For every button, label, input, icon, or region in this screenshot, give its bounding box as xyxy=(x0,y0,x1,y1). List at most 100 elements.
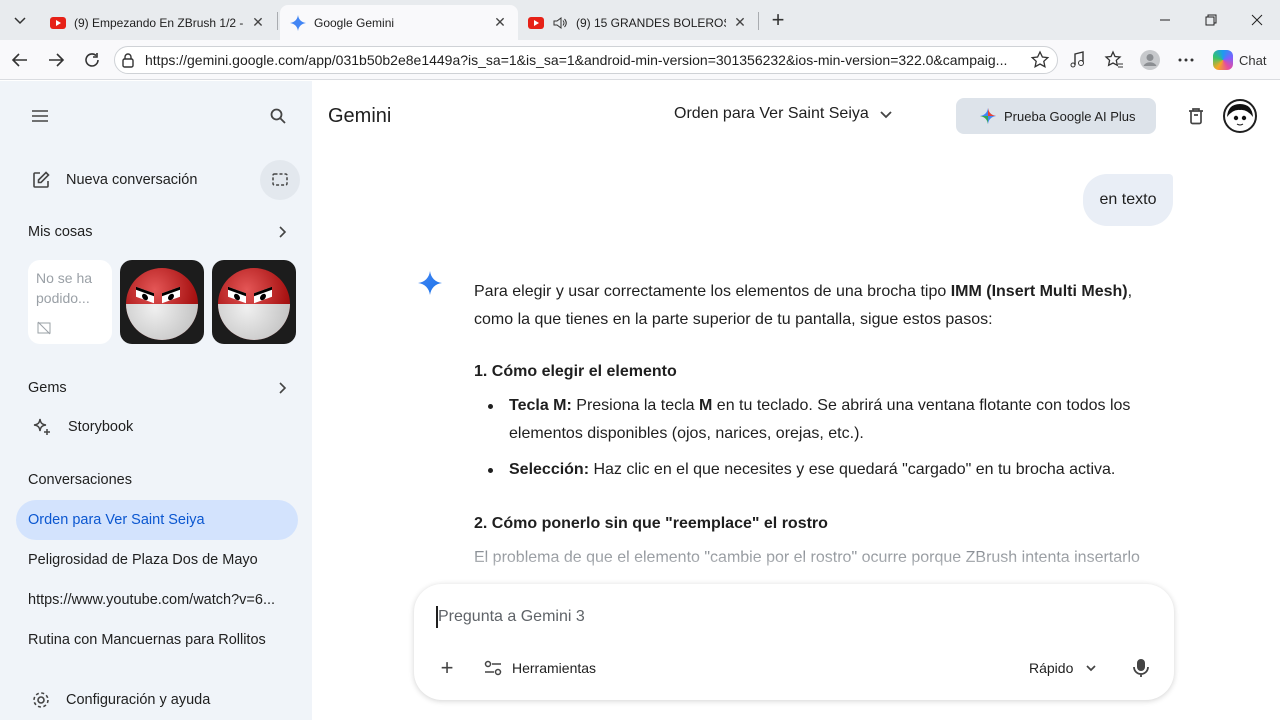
thumbnail-image xyxy=(126,268,198,340)
minimize-icon xyxy=(1160,19,1170,21)
list-item-label: Tecla M: xyxy=(509,397,572,414)
model-mode-selector[interactable]: Rápido xyxy=(1029,654,1097,682)
gemini-page: Nueva conversación Mis cosas No se ha po… xyxy=(0,81,1280,720)
gemini-sparkle-icon xyxy=(418,271,442,295)
placeholder-card-text: No se ha podido... xyxy=(36,270,93,306)
tab-title: Google Gemini xyxy=(314,15,395,30)
reload-button[interactable] xyxy=(78,46,106,74)
conversation-item[interactable]: Orden para Ver Saint Seiya xyxy=(16,500,298,540)
gem-item-storybook[interactable]: Storybook xyxy=(16,407,133,447)
user-message-bubble: en texto xyxy=(1083,174,1173,226)
minimize-button[interactable] xyxy=(1142,0,1188,40)
profile-button[interactable] xyxy=(1136,46,1164,74)
edit-icon xyxy=(33,171,50,188)
gemini-brand[interactable]: Gemini xyxy=(328,105,391,128)
upgrade-button[interactable]: Prueba Google AI Plus xyxy=(956,98,1156,134)
tab-title: (9) Empezando En ZBrush 1/2 - Yo xyxy=(74,15,244,30)
chevron-right-icon[interactable] xyxy=(274,224,290,240)
response-section-heading: 2. Cómo ponerlo sin que "reemplace" el r… xyxy=(474,515,828,532)
response-intro: Para elegir y usar correctamente los ele… xyxy=(474,278,1174,334)
delete-icon[interactable] xyxy=(1182,102,1210,130)
gems-heading[interactable]: Gems xyxy=(28,380,67,396)
chevron-right-icon[interactable] xyxy=(274,380,290,396)
text-caret xyxy=(436,606,438,628)
back-button[interactable] xyxy=(6,46,34,74)
media-control-button[interactable] xyxy=(1064,46,1092,74)
temporary-chat-icon xyxy=(272,173,288,186)
browser-tab-gemini[interactable]: Google Gemini ✕ xyxy=(280,5,518,40)
tools-button[interactable]: Herramientas xyxy=(484,654,596,682)
new-tab-button[interactable]: + xyxy=(766,7,790,32)
copilot-chat-button[interactable]: Chat xyxy=(1207,46,1273,74)
hamburger-icon xyxy=(32,110,48,122)
model-response: Para elegir y usar correctamente los ele… xyxy=(474,279,1174,572)
avatar[interactable] xyxy=(1223,99,1257,133)
my-stuff-image-thumbnail[interactable] xyxy=(120,260,204,344)
conversation-item[interactable]: Rutina con Mancuernas para Rollitos xyxy=(16,620,298,660)
list-item-label: Selección: xyxy=(509,461,590,478)
temporary-chat-button[interactable] xyxy=(260,160,300,200)
close-icon[interactable]: ✕ xyxy=(492,14,508,31)
more-horizontal-icon xyxy=(1178,58,1194,62)
new-chat-label: Nueva conversación xyxy=(66,172,198,188)
main-header: Gemini Orden para Ver Saint Seiya Prueba… xyxy=(312,81,1280,151)
user-icon xyxy=(1140,50,1160,70)
prompt-input[interactable]: Pregunta a Gemini 3 xyxy=(438,608,585,626)
youtube-icon xyxy=(50,16,66,29)
microphone-icon[interactable] xyxy=(1130,656,1152,680)
chevron-down-icon xyxy=(14,17,26,25)
response-section-heading: 1. Cómo elegir el elemento xyxy=(474,363,677,380)
favorites-button[interactable] xyxy=(1100,46,1128,74)
mode-label: Rápido xyxy=(1029,660,1074,676)
search-button[interactable] xyxy=(258,96,298,136)
image-off-icon xyxy=(37,321,51,335)
tab-list-button[interactable] xyxy=(6,6,34,34)
gemini-icon xyxy=(290,14,306,31)
favorites-icon xyxy=(1104,50,1123,68)
lock-icon[interactable] xyxy=(121,52,135,68)
copilot-label: Chat xyxy=(1239,52,1267,68)
restore-button[interactable] xyxy=(1188,0,1234,40)
close-icon[interactable]: ✕ xyxy=(732,14,748,31)
add-attachment-button[interactable]: + xyxy=(434,655,460,681)
tab-separator xyxy=(277,12,278,30)
response-bold-text: IMM (Insert Multi Mesh) xyxy=(950,283,1128,300)
new-chat-button[interactable]: Nueva conversación xyxy=(16,160,197,200)
chat-title: Orden para Ver Saint Seiya xyxy=(674,105,869,122)
tools-icon xyxy=(484,660,502,676)
my-stuff-image-thumbnail[interactable] xyxy=(212,260,296,344)
browser-tab-strip: (9) Empezando En ZBrush 1/2 - Yo ✕ Googl… xyxy=(0,0,1280,40)
speaker-icon[interactable] xyxy=(552,15,568,31)
response-text: Para elegir y usar correctamente los ele… xyxy=(474,283,951,300)
thumbnail-image xyxy=(218,268,290,340)
sparkle-icon xyxy=(980,108,996,124)
restore-icon xyxy=(1205,14,1217,26)
search-icon xyxy=(270,108,286,124)
more-button[interactable] xyxy=(1172,46,1200,74)
conversation-item[interactable]: Peligrosidad de Plaza Dos de Mayo xyxy=(16,540,298,580)
close-icon[interactable]: ✕ xyxy=(250,14,266,31)
response-list-item: Tecla M: Presiona la tecla M en tu tecla… xyxy=(488,392,1174,448)
my-stuff-placeholder-card[interactable]: No se ha podido... xyxy=(28,260,112,344)
browser-tab-boleros[interactable]: (9) 15 GRANDES BOLEROS VO ✕ xyxy=(518,5,758,40)
star-icon[interactable] xyxy=(1030,50,1050,70)
arrow-left-icon xyxy=(11,53,27,67)
gem-sparkle-icon xyxy=(33,418,50,435)
gem-item-label: Storybook xyxy=(68,419,134,435)
browser-tab-zbrush[interactable]: (9) Empezando En ZBrush 1/2 - Yo ✕ xyxy=(40,5,276,40)
menu-button[interactable] xyxy=(20,96,60,136)
conversation-item[interactable]: https://www.youtube.com/watch?v=6... xyxy=(16,580,298,620)
tools-label: Herramientas xyxy=(512,660,597,676)
tab-title: (9) 15 GRANDES BOLEROS VO xyxy=(576,15,726,30)
forward-button[interactable] xyxy=(42,46,70,74)
sidebar: Nueva conversación Mis cosas No se ha po… xyxy=(0,81,312,720)
tab-separator xyxy=(758,12,759,30)
close-window-button[interactable] xyxy=(1234,0,1280,40)
chat-title-menu[interactable]: Orden para Ver Saint Seiya xyxy=(674,105,893,123)
settings-help-button[interactable]: Configuración y ayuda xyxy=(16,680,210,720)
response-list-item: Selección: Haz clic en el que necesites … xyxy=(488,456,1174,484)
gear-icon xyxy=(33,692,49,708)
address-bar[interactable]: https://gemini.google.com/app/031b50b2e8… xyxy=(114,46,1058,74)
upgrade-label: Prueba Google AI Plus xyxy=(1004,108,1136,124)
my-stuff-heading[interactable]: Mis cosas xyxy=(28,224,92,240)
